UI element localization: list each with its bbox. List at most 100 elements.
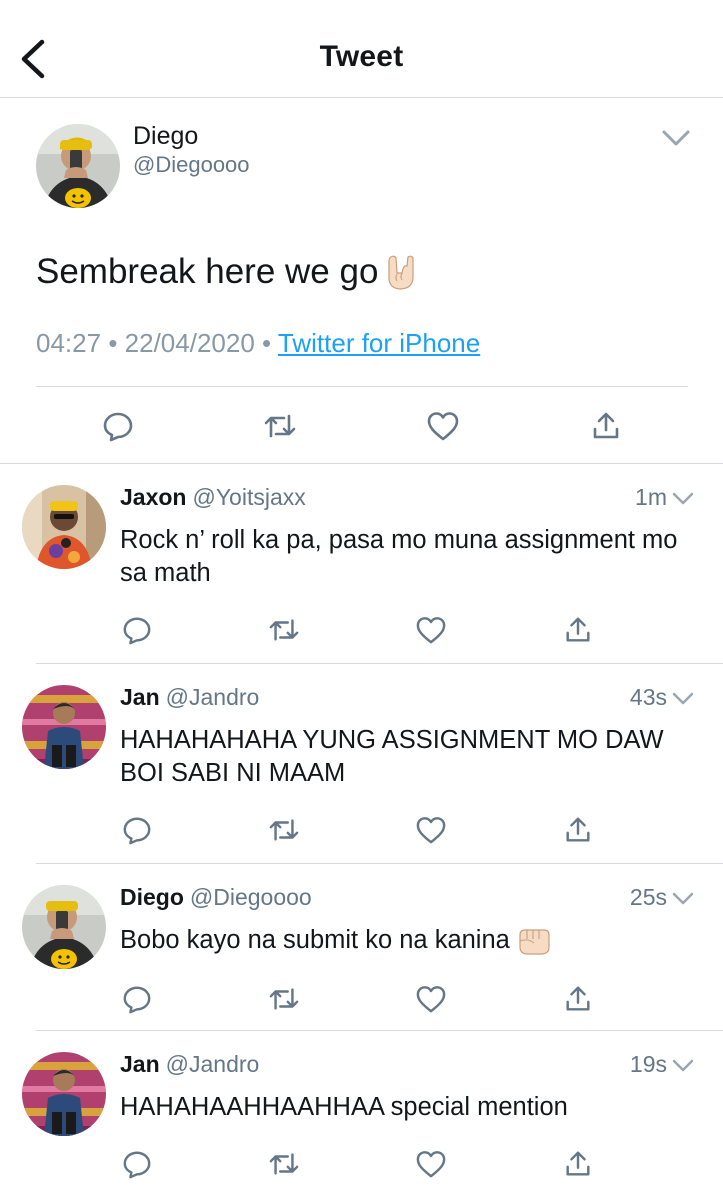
reply-author-name[interactable]: Jan <box>120 684 160 710</box>
reply-tweet[interactable]: Jan @Jandro 43s HAHAHAHAHA YUNG ASSIGNMEN… <box>0 664 723 864</box>
reply-timestamp: 25s <box>629 884 667 910</box>
chevron-down-icon <box>662 130 690 146</box>
avatar-photo <box>22 685 106 769</box>
retweet-button[interactable] <box>258 404 302 448</box>
like-button[interactable] <box>411 610 451 650</box>
reply-icon <box>123 617 151 645</box>
heart-icon <box>416 817 446 844</box>
share-icon <box>566 617 590 642</box>
avatar[interactable] <box>36 124 120 208</box>
avatar-photo <box>22 1052 106 1136</box>
top-bar: Tweet <box>0 0 723 98</box>
retweet-button[interactable] <box>264 979 304 1019</box>
reply-actions <box>0 1144 723 1184</box>
retweet-button[interactable] <box>264 810 304 850</box>
page-title: Tweet <box>319 40 404 73</box>
reply-header: Jan @Jandro <box>120 684 259 711</box>
chevron-down-icon <box>672 692 694 705</box>
tweet-menu-button[interactable] <box>660 126 692 150</box>
reply-text: Rock n’ roll ka pa, pasa mo muna assignm… <box>120 526 678 587</box>
reply-menu-button[interactable] <box>671 690 695 708</box>
avatar[interactable] <box>22 1052 106 1136</box>
retweet-icon <box>264 414 296 438</box>
chevron-down-icon <box>672 492 694 505</box>
fist-emoji-icon <box>519 928 550 955</box>
reply-icon <box>123 1151 151 1179</box>
reply-button[interactable] <box>96 404 140 448</box>
reply-text: HAHAHAHAHA YUNG ASSIGNMENT MO DAW BOI SA… <box>120 726 664 787</box>
avatar-photo <box>22 485 106 569</box>
heart-icon <box>416 617 446 644</box>
reply-button[interactable] <box>117 810 157 850</box>
like-button[interactable] <box>411 979 451 1019</box>
like-button[interactable] <box>421 404 465 448</box>
reply-actions <box>0 610 723 650</box>
chevron-down-icon <box>672 1059 694 1072</box>
reply-author-name[interactable]: Jan <box>120 1051 160 1077</box>
reply-menu-button[interactable] <box>671 490 695 508</box>
heart-icon <box>416 1151 446 1178</box>
retweet-button[interactable] <box>264 1144 304 1184</box>
retweet-icon <box>269 1153 299 1175</box>
rock-hand-emoji-icon <box>388 255 415 290</box>
reply-icon <box>123 986 151 1014</box>
reply-header: Jan @Jandro <box>120 1051 259 1078</box>
reply-timestamp: 1m <box>635 484 667 510</box>
share-icon <box>566 986 590 1011</box>
tweet-meta: 04:27 • 22/04/2020 • Twitter for iPhone <box>36 328 480 359</box>
reply-author-name[interactable]: Diego <box>120 884 184 910</box>
avatar-photo <box>22 885 106 969</box>
like-button[interactable] <box>411 1144 451 1184</box>
reply-author-handle[interactable]: @Jandro <box>166 684 260 710</box>
heart-icon <box>427 412 459 441</box>
reply-tweet[interactable]: Jaxon @Yoitsjaxx 1m Rock n’ roll ka pa, p… <box>0 464 723 664</box>
reply-button[interactable] <box>117 979 157 1019</box>
avatar-photo <box>36 124 120 208</box>
reply-text: HAHAHAAHHAAHHAA special mention <box>120 1093 568 1121</box>
reply-timestamp: 43s <box>629 684 667 710</box>
tweet-text: Sembreak here we go <box>36 252 418 292</box>
share-button[interactable] <box>558 610 598 650</box>
reply-menu-button[interactable] <box>671 1057 695 1075</box>
reply-menu-button[interactable] <box>671 890 695 908</box>
retweet-button[interactable] <box>264 610 304 650</box>
retweet-icon <box>269 819 299 841</box>
avatar[interactable] <box>22 685 106 769</box>
share-button[interactable] <box>558 1144 598 1184</box>
reply-author-handle[interactable]: @Jandro <box>166 1051 260 1077</box>
reply-actions <box>0 810 723 850</box>
reply-body: Bobo kayo na submit ko na kanina <box>120 926 510 954</box>
retweet-icon <box>269 988 299 1010</box>
share-button[interactable] <box>558 810 598 850</box>
tweet-body: Sembreak here we go <box>36 252 379 291</box>
reply-button[interactable] <box>117 1144 157 1184</box>
reply-timestamp: 19s <box>629 1051 667 1077</box>
reply-header: Diego @Diegoooo <box>120 884 312 911</box>
share-button[interactable] <box>584 404 628 448</box>
divider <box>36 386 688 387</box>
reply-author-handle[interactable]: @Diegoooo <box>190 884 312 910</box>
share-icon <box>566 1151 590 1176</box>
reply-header: Jaxon @Yoitsjaxx <box>120 484 306 511</box>
reply-tweet[interactable]: Diego @Diegoooo 25s Bobo kayo na submit k… <box>0 864 723 1031</box>
retweet-icon <box>269 619 299 641</box>
like-button[interactable] <box>411 810 451 850</box>
reply-icon <box>123 817 151 845</box>
author-name[interactable]: Diego <box>133 122 198 151</box>
heart-icon <box>416 986 446 1013</box>
avatar[interactable] <box>22 885 106 969</box>
reply-button[interactable] <box>117 610 157 650</box>
share-icon <box>593 412 619 439</box>
reply-text: Bobo kayo na submit ko na kanina <box>120 924 710 957</box>
reply-author-handle[interactable]: @Yoitsjaxx <box>192 484 305 510</box>
share-button[interactable] <box>558 979 598 1019</box>
avatar[interactable] <box>22 485 106 569</box>
reply-tweet[interactable]: Jan @Jandro 19s HAHAHAAHHAAHHAA special m… <box>0 1031 723 1200</box>
reply-author-name[interactable]: Jaxon <box>120 484 186 510</box>
share-icon <box>566 817 590 842</box>
author-handle[interactable]: @Diegoooo <box>133 152 250 178</box>
meta-separator: • <box>108 328 118 358</box>
tweet-actions <box>0 404 723 448</box>
tweet-source-link[interactable]: Twitter for iPhone <box>278 328 480 358</box>
meta-separator: • <box>262 328 272 358</box>
